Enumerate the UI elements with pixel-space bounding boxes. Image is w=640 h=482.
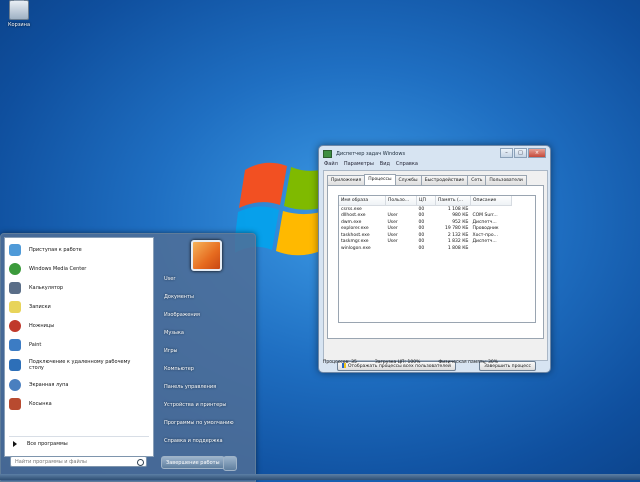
- recycle-bin-desktop-icon[interactable]: Корзина: [4, 0, 34, 28]
- start-right-documents[interactable]: Документы: [164, 294, 194, 300]
- process-table: Имя образа Пользо... ЦП Память (... Опис…: [339, 196, 512, 252]
- column-memory[interactable]: Память (...: [435, 196, 471, 206]
- start-menu-programs-pane: Приступая к работе Windows Media Center …: [4, 237, 154, 457]
- start-menu-right-pane: User Документы Изображения Музыка Игры К…: [154, 234, 252, 481]
- paint-icon: [9, 339, 21, 351]
- status-memory: Физическая память: 30%: [438, 360, 499, 365]
- recycle-bin-icon: [9, 0, 29, 20]
- task-manager-body: Приложения Процессы Службы Быстродействи…: [323, 170, 548, 371]
- user-picture[interactable]: [191, 240, 222, 271]
- status-bar: Процессов: 35 Загрузка ЦП: 100% Физическ…: [323, 360, 498, 365]
- search-icon: [137, 459, 144, 466]
- solitaire-icon: [9, 398, 21, 410]
- start-right-music[interactable]: Музыка: [164, 330, 184, 336]
- table-row[interactable]: csrss.exe 00 1 108 КБ: [339, 206, 512, 213]
- column-user[interactable]: Пользо...: [385, 196, 417, 206]
- start-item-magnifier[interactable]: Экранная лупа: [9, 377, 68, 393]
- start-item-snipping-tool[interactable]: Ножницы: [9, 318, 54, 334]
- scissors-icon: [9, 320, 21, 332]
- start-right-computer[interactable]: Компьютер: [164, 366, 194, 372]
- column-cpu[interactable]: ЦП: [416, 196, 436, 206]
- menu-options[interactable]: Параметры: [344, 161, 374, 167]
- start-right-default-programs[interactable]: Программы по умолчанию: [164, 420, 234, 426]
- menu-help[interactable]: Справка: [396, 161, 418, 167]
- taskbar[interactable]: [0, 474, 640, 480]
- start-right-games[interactable]: Игры: [164, 348, 178, 354]
- menu-file[interactable]: Файл: [324, 161, 338, 167]
- start-item-remote-desktop[interactable]: Подключение к удаленному рабочему столу: [9, 356, 139, 374]
- start-menu: Приступая к работе Windows Media Center …: [0, 233, 256, 482]
- start-search-input[interactable]: Найти программы и файлы: [10, 456, 147, 467]
- magnifier-icon: [9, 379, 21, 391]
- start-item-getting-started[interactable]: Приступая к работе: [9, 242, 82, 258]
- arrow-right-icon: [13, 441, 17, 447]
- start-right-devices-printers[interactable]: Устройства и принтеры: [164, 402, 226, 408]
- getting-started-icon: [9, 244, 21, 256]
- maximize-button[interactable]: □: [514, 148, 527, 158]
- shutdown-options-button[interactable]: [223, 456, 237, 471]
- start-right-pictures[interactable]: Изображения: [164, 312, 200, 318]
- recycle-bin-label: Корзина: [7, 22, 31, 28]
- start-right-control-panel[interactable]: Панель управления: [164, 384, 216, 390]
- start-item-media-center[interactable]: Windows Media Center: [9, 261, 86, 277]
- window-controls: – □ ×: [499, 148, 546, 158]
- process-list[interactable]: Имя образа Пользо... ЦП Память (... Опис…: [338, 195, 536, 323]
- processes-panel: Имя образа Пользо... ЦП Память (... Опис…: [327, 185, 544, 339]
- start-item-sticky-notes[interactable]: Записки: [9, 299, 51, 315]
- minimize-button[interactable]: –: [500, 148, 513, 158]
- start-menu-divider: [9, 436, 149, 437]
- task-manager-icon: [323, 150, 332, 158]
- column-image-name[interactable]: Имя образа: [339, 196, 386, 206]
- calculator-icon: [9, 282, 21, 294]
- status-cpu: Загрузка ЦП: 100%: [374, 360, 421, 365]
- table-row[interactable]: winlogon.exe 00 1 808 КБ: [339, 245, 512, 252]
- start-item-solitaire[interactable]: Косынка: [9, 396, 52, 412]
- start-item-calculator[interactable]: Калькулятор: [9, 280, 63, 296]
- start-right-user[interactable]: User: [164, 276, 175, 282]
- media-center-icon: [9, 263, 21, 275]
- shutdown-button[interactable]: Завершение работы: [161, 456, 237, 471]
- status-processes: Процессов: 35: [323, 360, 357, 365]
- remote-desktop-icon: [9, 359, 21, 371]
- sticky-notes-icon: [9, 301, 21, 313]
- window-title: Диспетчер задач Windows: [323, 150, 405, 158]
- start-right-help-support[interactable]: Справка и поддержка: [164, 438, 223, 444]
- task-manager-window: Диспетчер задач Windows – □ × Файл Парам…: [318, 145, 551, 373]
- menu-bar: Файл Параметры Вид Справка: [324, 161, 418, 167]
- start-item-paint[interactable]: Paint: [9, 337, 41, 353]
- all-programs-button[interactable]: Все программы: [13, 441, 68, 447]
- close-button[interactable]: ×: [528, 148, 546, 158]
- menu-view[interactable]: Вид: [380, 161, 390, 167]
- column-description[interactable]: Описание: [470, 196, 512, 206]
